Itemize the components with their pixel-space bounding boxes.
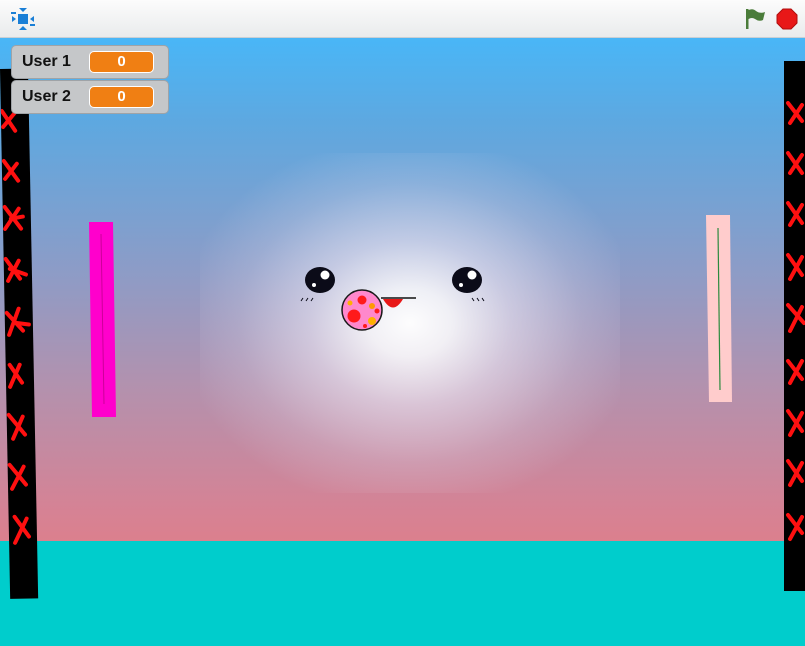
fullscreen-toggle-icon[interactable] [10,7,36,31]
user-1-score-monitor[interactable]: User 1 0 [11,45,169,79]
ball[interactable] [341,289,383,331]
sprite-layer [89,215,732,417]
monitor-value: 0 [89,86,154,108]
green-flag-icon[interactable] [742,7,768,31]
monitor-label: User 1 [22,53,71,70]
monitor-value: 0 [89,51,154,73]
left-paddle[interactable] [89,222,116,417]
right-paddle[interactable] [706,215,732,402]
user-2-score-monitor[interactable]: User 2 0 [11,80,169,114]
stop-sign-icon[interactable] [775,7,801,31]
face-mouth [381,297,416,308]
stage-toolbar [0,0,805,38]
face-right-eye [452,267,485,302]
game-stage[interactable]: User 1 0 User 2 0 [0,38,805,646]
face-left-eye [300,267,335,302]
monitor-label: User 2 [22,88,71,105]
